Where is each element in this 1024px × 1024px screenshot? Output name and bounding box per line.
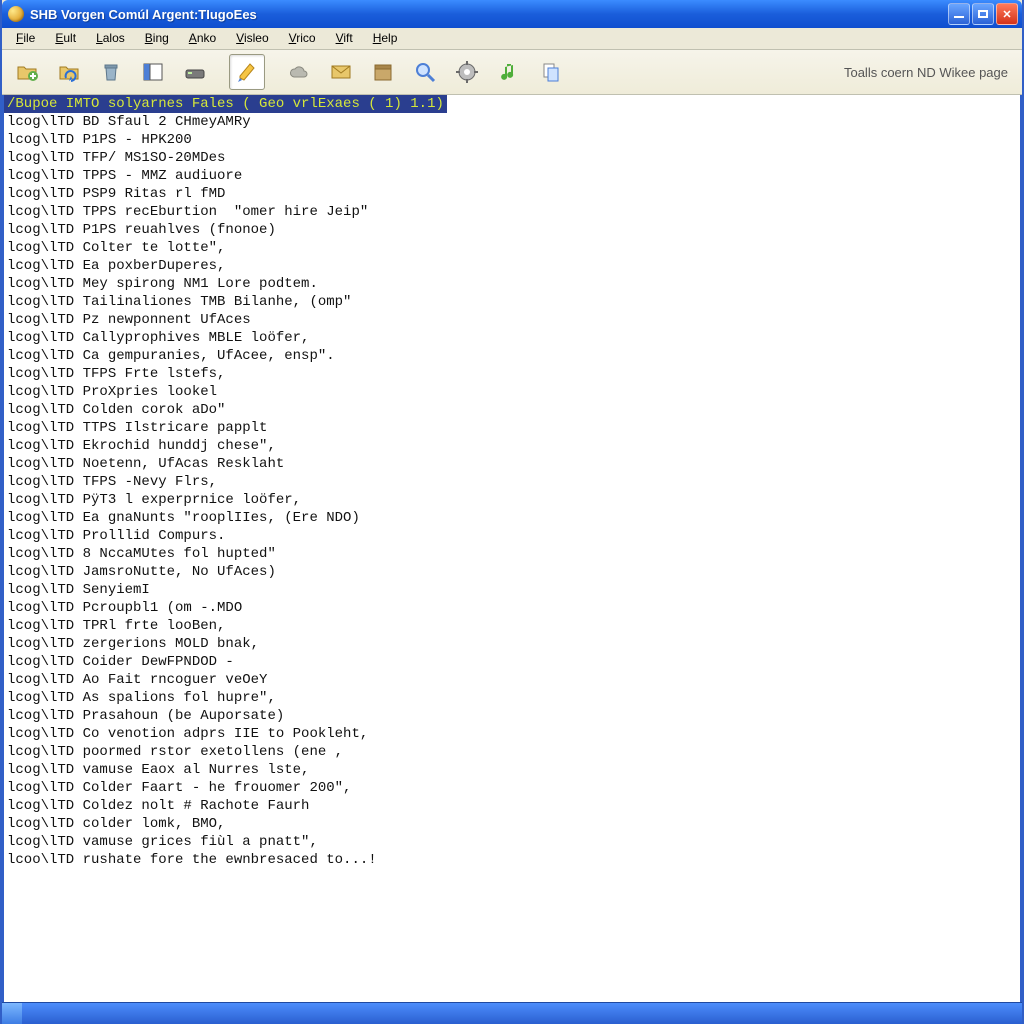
menubar: File Eult Lalos Bing Anko Visleo Vrico V… <box>2 28 1022 50</box>
content-line: lcog\lTD poormed rstor exetollens (ene , <box>4 743 1020 761</box>
content-line: lcog\lTD Ea poxberDuperes, <box>4 257 1020 275</box>
content-line: lcog\lTD TPPS - MMZ audiuore <box>4 167 1020 185</box>
content-line: lcog\lTD Colden corok aDо" <box>4 401 1020 419</box>
menu-anko[interactable]: Anko <box>179 28 226 49</box>
content-line: lcog\lTD P1PS - HPK200 <box>4 131 1020 149</box>
content-line: lcog\lTD Coldez nolt # Rachote Faurh <box>4 797 1020 815</box>
content-line: lcog\lTD Colter te lotte", <box>4 239 1020 257</box>
taskbar-corner <box>2 1003 22 1024</box>
menu-eult[interactable]: Eult <box>45 28 86 49</box>
content-area[interactable]: /Bupoe IMTO solyarnes Fales ( Geo vrlExa… <box>2 95 1022 1002</box>
content-line: lcog\lTD colder lomk, BMO, <box>4 815 1020 833</box>
content-line: lcog\lTD Co venotion adprs IIE to Pookle… <box>4 725 1020 743</box>
add-folder-icon[interactable] <box>9 54 45 90</box>
music-icon[interactable] <box>491 54 527 90</box>
window-controls <box>948 3 1018 25</box>
content-line: lcog\lTD Prasahoun (be Auporsate) <box>4 707 1020 725</box>
minimize-button[interactable] <box>948 3 970 25</box>
highlighter-icon[interactable] <box>229 54 265 90</box>
box-icon[interactable] <box>365 54 401 90</box>
content-line: lcog\lTD Prolllid Compurs. <box>4 527 1020 545</box>
content-line: lcog\lTD Pz newponnent UfAces <box>4 311 1020 329</box>
content-line: lcog\lTD As spalions fol hupre", <box>4 689 1020 707</box>
content-line: lcog\lTD JamsroNutte, No UfAces) <box>4 563 1020 581</box>
content-line: lcog\lTD Coider DewFPNDOD - <box>4 653 1020 671</box>
content-line: lcog\lTD Mey spirong NM1 Lore podtem. <box>4 275 1020 293</box>
titlebar: SHB Vorgen Comúl Argent:TIugoEes <box>2 0 1022 28</box>
magnifier-icon[interactable] <box>407 54 443 90</box>
menu-bing[interactable]: Bing <box>135 28 179 49</box>
content-line: lcog\lTD TPRl frte looBen, <box>4 617 1020 635</box>
highlighted-line: /Bupoe IMTO solyarnes Fales ( Geo vrlExa… <box>4 95 447 113</box>
window-title: SHB Vorgen Comúl Argent:TIugoEes <box>30 7 948 22</box>
close-button[interactable] <box>996 3 1018 25</box>
toolbar-status: Toalls coern ND Wikee page <box>844 65 1018 80</box>
content-line: lcog\lTD Ekrochid hunddj chese", <box>4 437 1020 455</box>
content-line: lcog\lTD Ca gempuranies, UfAcee, ensp". <box>4 347 1020 365</box>
content-line: lcog\lTD 8 NccaMUtes fol hupted" <box>4 545 1020 563</box>
content-line: lcog\lTD Ea gnaNunts "rooplIIes, (Ere ND… <box>4 509 1020 527</box>
content-line: lcoo\lTD rushate fore the ewnbresaced to… <box>4 851 1020 869</box>
content-line: lcog\lTD PÿT3 l experprnice loöfer, <box>4 491 1020 509</box>
menu-file[interactable]: File <box>6 28 45 49</box>
content-line: lcog\lTD Colder Faart - he frouomer 200"… <box>4 779 1020 797</box>
content-line: lcog\lTD ProXpries lookel <box>4 383 1020 401</box>
mail-icon[interactable] <box>323 54 359 90</box>
app-icon <box>8 6 24 22</box>
folder-sync-icon[interactable] <box>51 54 87 90</box>
menu-visleo[interactable]: Visleo <box>226 28 278 49</box>
content-line: lcog\lTD zergerions MOLD bnak, <box>4 635 1020 653</box>
cloud-icon[interactable] <box>281 54 317 90</box>
disk-icon[interactable] <box>177 54 213 90</box>
content-line: lcog\lTD TPPS recEburtion "omer hire Jei… <box>4 203 1020 221</box>
copy-icon[interactable] <box>533 54 569 90</box>
content-line: lcog\lTD BD Sfaul 2 CHmeyAMRy <box>4 113 1020 131</box>
content-line: lcog\lTD TFPS -Nevy Flrs, <box>4 473 1020 491</box>
menu-vrico[interactable]: Vrico <box>279 28 326 49</box>
content-line: lcog\lTD Ao Fait rncoguer veOeY <box>4 671 1020 689</box>
content-line: lcog\lTD vamuse grices fiùl a pnatt", <box>4 833 1020 851</box>
toolbar: Toalls coern ND Wikee page <box>2 50 1022 95</box>
content-line: lcog\lTD TFPS Frte lstefs, <box>4 365 1020 383</box>
trash-icon[interactable] <box>93 54 129 90</box>
content-line: lcog\lTD TFP/ MS1SO-20MDes <box>4 149 1020 167</box>
columns-icon[interactable] <box>135 54 171 90</box>
content-line: lcog\lTD P1PS reuahlves (fnonoe) <box>4 221 1020 239</box>
menu-lalos[interactable]: Lalos <box>86 28 135 49</box>
content-line: lcog\lTD vamuse Eaox al Nurres lste, <box>4 761 1020 779</box>
maximize-button[interactable] <box>972 3 994 25</box>
content-line: lcog\lTD TTPS Ilstricare papplt <box>4 419 1020 437</box>
content-line: lcog\lTD SenyiemI <box>4 581 1020 599</box>
content-line: lcog\lTD Pcroupbl1 (om -.MDO <box>4 599 1020 617</box>
content-line: lcog\lTD PSP9 Ritas rl fMD <box>4 185 1020 203</box>
menu-vift[interactable]: Vift <box>326 28 363 49</box>
content-line: lcog\lTD Tailinaliones TMB Bilanhe, (omp… <box>4 293 1020 311</box>
gear-icon[interactable] <box>449 54 485 90</box>
content-line: lcog\lTD Callyprophives MBLE loöfer, <box>4 329 1020 347</box>
menu-help[interactable]: Help <box>363 28 408 49</box>
content-line: lcog\lTD Noetenn, UfAcas Resklaht <box>4 455 1020 473</box>
taskbar <box>2 1002 1022 1024</box>
